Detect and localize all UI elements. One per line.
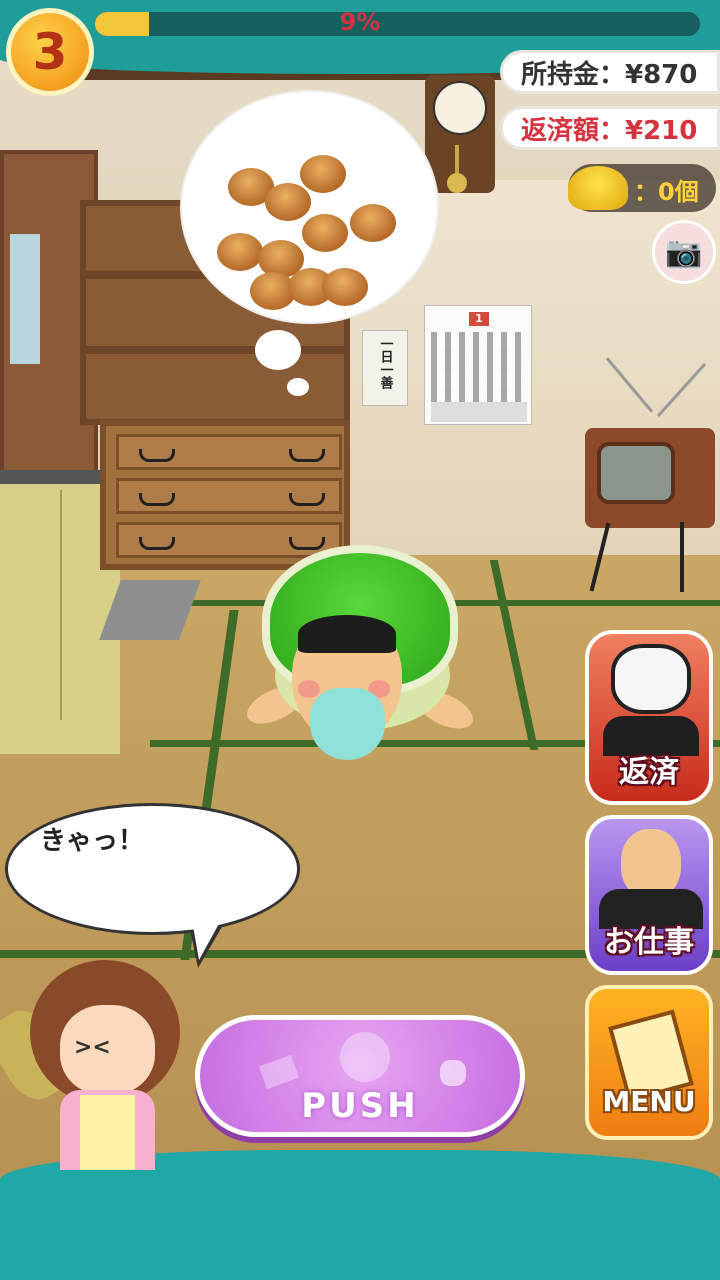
speech-tail-fill [192, 920, 221, 960]
bun-icon [300, 155, 346, 193]
shell-count-label: ：0個 [634, 178, 699, 206]
door-window [10, 234, 40, 364]
girl-eyes: >< [74, 1035, 111, 1060]
push-button-label: PUSH [301, 1086, 419, 1126]
menu-button-label: MENU [602, 1085, 696, 1118]
calendar-month-tab: 1 [469, 312, 489, 326]
progress-label: 9% [339, 8, 381, 36]
drawer-handle [139, 537, 175, 550]
wall-scroll: 一日一善 [362, 330, 408, 406]
menu-button[interactable]: MENU [585, 985, 713, 1140]
onigiri-icon [440, 1060, 466, 1086]
calendar-month: 1 [475, 312, 483, 325]
bun-icon [217, 233, 263, 271]
repay-label: 返済額：¥210 [521, 115, 698, 146]
cow-icon [611, 644, 691, 714]
speech-text: きゃっ！ [40, 826, 145, 856]
level-badge: 3 [6, 8, 94, 96]
drawer-handle [289, 493, 325, 506]
girl-face: >< [60, 1005, 155, 1095]
progress-fill [95, 12, 150, 36]
shell-icon [568, 166, 628, 210]
bun-icon [302, 214, 348, 252]
girl-apron [80, 1095, 135, 1170]
money-display: 所持金：¥870 [500, 50, 720, 94]
chest-of-drawers [100, 420, 350, 570]
bun-icon [322, 268, 368, 306]
pendulum-bob [447, 173, 467, 193]
wall-calendar: 1 [424, 305, 532, 425]
work-button[interactable]: お仕事 [585, 815, 713, 975]
camera-button[interactable]: 📷 [652, 220, 716, 284]
card-icon [258, 1054, 300, 1090]
drawer [116, 478, 342, 514]
scroll-text: 一日一善 [377, 337, 393, 389]
drawer-handle [139, 493, 175, 506]
repay-button[interactable]: 返済 [585, 630, 713, 805]
shelf-board [86, 346, 344, 354]
retro-tv [585, 428, 715, 528]
clock-face [433, 81, 487, 135]
tv-screen [597, 442, 675, 504]
work-button-label: お仕事 [604, 925, 694, 960]
kame-hair [298, 615, 396, 653]
kame-beard [310, 688, 385, 760]
calendar-grid [431, 332, 527, 402]
cabinet-seam [60, 490, 62, 720]
pendulum-clock [425, 75, 495, 193]
level-number: 3 [32, 23, 68, 81]
thought-dot [287, 378, 309, 396]
drawer [116, 434, 342, 470]
repay-button-label: 返済 [619, 755, 679, 790]
calendar-footer [431, 402, 527, 422]
money-label: 所持金：¥870 [521, 59, 698, 90]
push-button[interactable]: PUSH [195, 1015, 525, 1137]
left-cheek [298, 680, 320, 698]
tv-leg [680, 522, 684, 592]
kame-push-icon [340, 1032, 390, 1082]
bun-icon [350, 204, 396, 242]
camera-icon: 📷 [665, 234, 703, 270]
progress-bar [95, 12, 700, 36]
drawer-handle [289, 449, 325, 462]
drawer-handle [139, 449, 175, 462]
bun-icon [265, 183, 311, 221]
drawer-handle [289, 537, 325, 550]
drawer [116, 522, 342, 558]
thought-dot [255, 330, 301, 370]
repay-display: 返済額：¥210 [500, 106, 720, 150]
shell-counter: ：0個 [568, 164, 716, 212]
